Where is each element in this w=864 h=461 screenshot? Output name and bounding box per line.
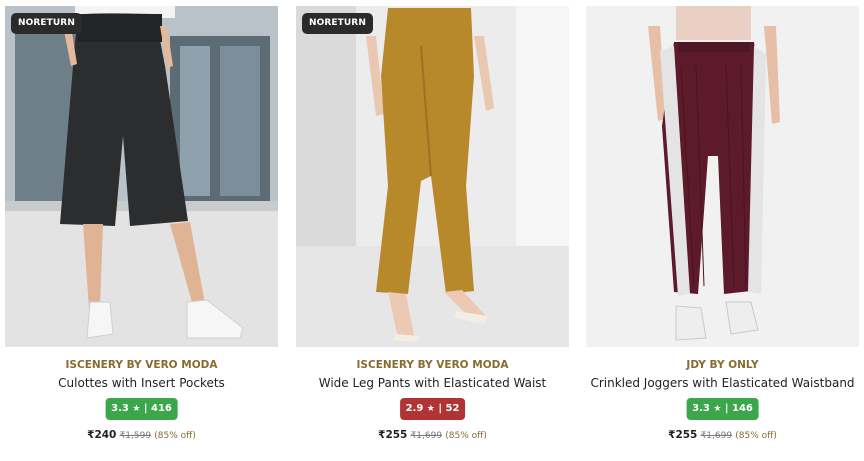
discount-label: (85% off) [154, 431, 196, 441]
review-count: | 146 [724, 403, 753, 414]
price-row: ₹255 ₹1,699 (85% off) [296, 429, 569, 441]
product-title[interactable]: Culottes with Insert Pockets [5, 376, 278, 390]
price-row: ₹255 ₹1,699 (85% off) [586, 429, 859, 441]
product-grid: NORETURN ISCENERY BY VERO MODA Culottes … [0, 0, 864, 461]
product-card[interactable]: JDY BY ONLY Crinkled Joggers with Elasti… [586, 6, 859, 461]
product-image[interactable]: NORETURN [5, 6, 278, 347]
rating-value: 3.3 [111, 403, 129, 414]
original-price: ₹1,599 [119, 431, 152, 441]
selling-price: ₹255 [668, 429, 698, 441]
noreturn-badge: NORETURN [302, 13, 373, 34]
rating-badge: 3.3 ★ | 146 [686, 398, 759, 420]
review-count: | 416 [143, 403, 172, 414]
review-count: | 52 [438, 403, 460, 414]
original-price: ₹1,699 [700, 431, 733, 441]
product-image[interactable] [586, 6, 859, 347]
product-title[interactable]: Crinkled Joggers with Elasticated Waistb… [586, 376, 859, 390]
product-brand: JDY BY ONLY [686, 359, 759, 371]
product-brand: ISCENERY BY VERO MODA [356, 359, 509, 371]
discount-label: (85% off) [735, 431, 777, 441]
rating-badge: 2.9 ★ | 52 [399, 398, 466, 420]
product-card[interactable]: NORETURN ISCENERY BY VERO MODA Wide Leg … [296, 6, 569, 461]
product-card[interactable]: NORETURN ISCENERY BY VERO MODA Culottes … [5, 6, 278, 461]
rating-value: 3.3 [692, 403, 710, 414]
product-brand: ISCENERY BY VERO MODA [65, 359, 218, 371]
rating-badge: 3.3 ★ | 416 [105, 398, 178, 420]
original-price: ₹1,699 [410, 431, 443, 441]
star-icon: ★ [426, 404, 435, 414]
rating-value: 2.9 [405, 403, 424, 414]
product-title[interactable]: Wide Leg Pants with Elasticated Waist [296, 376, 569, 390]
star-icon: ★ [713, 404, 722, 414]
selling-price: ₹240 [87, 429, 117, 441]
price-row: ₹240 ₹1,599 (85% off) [5, 429, 278, 441]
star-icon: ★ [132, 404, 141, 414]
noreturn-badge: NORETURN [11, 13, 82, 34]
discount-label: (85% off) [445, 431, 487, 441]
product-image[interactable]: NORETURN [296, 6, 569, 347]
selling-price: ₹255 [378, 429, 408, 441]
